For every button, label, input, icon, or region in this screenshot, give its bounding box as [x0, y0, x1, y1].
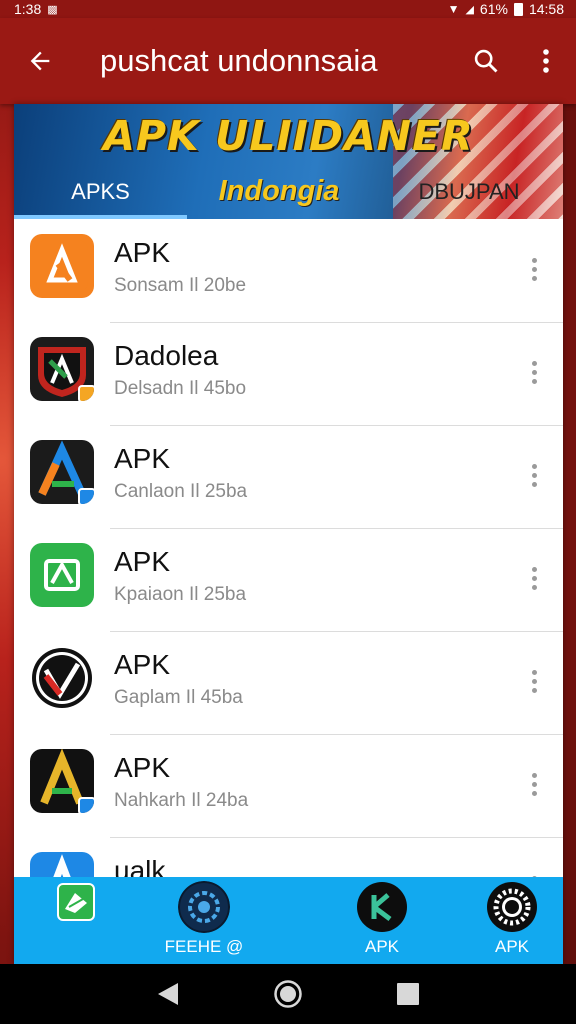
nav-item-documents[interactable]	[44, 877, 108, 964]
list-item[interactable]: APK Sonsam Il 20be	[14, 219, 563, 322]
status-bar: 1:38 ▩ ▼ ◢ 61% 14:58	[0, 0, 576, 18]
item-more-button[interactable]	[519, 455, 549, 495]
banner: APK ULIIDANER APKS Indongia DBUJPAN	[14, 104, 563, 219]
app-icon	[30, 440, 94, 504]
item-more-button[interactable]	[519, 558, 549, 598]
banner-title: APK ULIIDANER	[103, 112, 474, 160]
battery-icon	[513, 2, 523, 16]
home-circle-icon[interactable]	[273, 979, 303, 1009]
document-icon	[57, 883, 95, 921]
tab-label: DBUJPAN	[418, 178, 520, 204]
search-icon	[474, 49, 498, 73]
app-icon	[30, 646, 94, 710]
signal-icon: ◢	[465, 3, 474, 16]
tab-apks[interactable]: APKS	[14, 164, 187, 219]
tab-label: Indongia	[218, 175, 340, 207]
battery-percent: 61%	[479, 1, 508, 17]
app-name: APK	[114, 237, 171, 268]
app-icon	[30, 234, 94, 298]
app-bar: pushcat undonnsaia	[0, 18, 576, 104]
app-icon	[30, 543, 94, 607]
item-more-button[interactable]	[519, 764, 549, 804]
item-more-button[interactable]	[519, 661, 549, 701]
av-logo-icon	[32, 648, 92, 708]
delta-logo-icon	[36, 240, 88, 292]
sun-gear-icon	[487, 882, 537, 932]
wifi-icon: ▼	[447, 2, 460, 16]
back-triangle-icon[interactable]	[156, 981, 180, 1007]
tab-download[interactable]: DBUJPAN	[394, 164, 544, 219]
list-item[interactable]: APK Gaplam Il 45ba	[14, 631, 563, 734]
arrow-left-icon	[30, 51, 50, 71]
cog-circle-icon	[178, 881, 230, 933]
search-button[interactable]	[456, 18, 516, 104]
item-more-button[interactable]	[519, 249, 549, 289]
notification-icon: ▩	[47, 3, 58, 16]
item-more-button[interactable]	[519, 352, 549, 392]
main-card: APK ULIIDANER APKS Indongia DBUJPAN APK …	[14, 104, 563, 964]
nav-item-settings[interactable]: FEEHE @	[154, 877, 254, 964]
back-button[interactable]	[0, 18, 80, 104]
overflow-menu-button[interactable]	[516, 18, 576, 104]
system-nav-bar	[0, 964, 576, 1024]
app-meta: Sonsam Il 20be	[114, 275, 247, 296]
app-name: Dadolea	[114, 340, 219, 371]
page-title: pushcat undonnsaia	[100, 43, 378, 78]
status-clock: 14:58	[528, 1, 564, 17]
n-logo-icon	[44, 559, 80, 591]
nav-label: APK	[364, 937, 400, 956]
tab-label: APKS	[71, 178, 130, 204]
app-icon	[30, 337, 94, 401]
nav-item-apk[interactable]: APK	[344, 877, 420, 964]
app-icon	[30, 749, 94, 813]
app-name: APK	[114, 546, 171, 577]
list-item[interactable]: APK Kpaiaon Il 25ba	[14, 528, 563, 631]
app-meta: Canlaon Il 25ba	[114, 481, 248, 502]
app-meta: Kpaiaon Il 25ba	[114, 584, 247, 605]
app-list: APK Sonsam Il 20be Dadolea Delsadn Il 45…	[14, 219, 563, 940]
tab-bar: APKS Indongia DBUJPAN	[14, 164, 563, 219]
list-item[interactable]: Dadolea Delsadn Il 45bo	[14, 322, 563, 425]
k-logo-icon	[357, 882, 407, 932]
nav-label: APK	[494, 937, 530, 956]
nav-item-apk-2[interactable]: APK	[474, 877, 550, 964]
app-name: APK	[114, 649, 171, 680]
app-meta: Delsadn Il 45bo	[114, 378, 247, 399]
bottom-nav: FEEHE @ APK APK	[14, 877, 563, 964]
app-meta: Nahkarh Il 24ba	[114, 790, 249, 811]
list-item[interactable]: APK Nahkarh Il 24ba	[14, 734, 563, 837]
status-time-left: 1:38	[14, 1, 42, 17]
list-item[interactable]: APK Canlaon Il 25ba	[14, 425, 563, 528]
app-name: APK	[114, 752, 171, 783]
nav-label: FEEHE @	[164, 937, 244, 956]
recents-square-icon[interactable]	[396, 982, 420, 1006]
tab-indonesia[interactable]: Indongia	[209, 164, 349, 219]
app-meta: Gaplam Il 45ba	[114, 687, 243, 708]
more-vert-icon	[543, 49, 549, 73]
app-name: APK	[114, 443, 171, 474]
